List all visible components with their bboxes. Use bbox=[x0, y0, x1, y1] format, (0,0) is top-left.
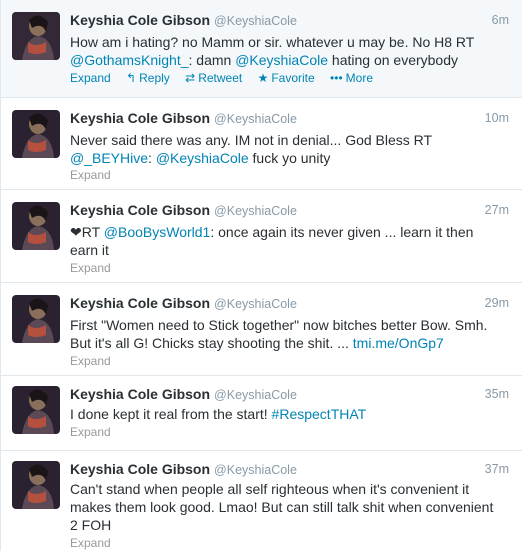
tweet-actions: Expand bbox=[70, 425, 111, 439]
avatar[interactable] bbox=[12, 12, 60, 60]
tweet-text-fragment: : bbox=[148, 150, 156, 166]
avatar[interactable] bbox=[12, 386, 60, 434]
tweet-actions: Expand ↰ Reply ⇄ Retweet ★ Favorite ••• More bbox=[70, 71, 385, 85]
tweet-item[interactable]: Keyshia Cole Gibson @KeyshiaCole 35m I do… bbox=[1, 376, 522, 451]
tweet-time[interactable]: 29m bbox=[485, 296, 509, 310]
tweet-timeline: Keyshia Cole Gibson @KeyshiaCole 6m How a… bbox=[0, 0, 522, 551]
author-name[interactable]: Keyshia Cole Gibson bbox=[70, 386, 210, 402]
author-name[interactable]: Keyshia Cole Gibson bbox=[70, 12, 210, 28]
tweet-item[interactable]: Keyshia Cole Gibson @KeyshiaCole 6m How a… bbox=[1, 0, 522, 98]
mention-link[interactable]: @_BEYHive bbox=[70, 150, 148, 166]
tweet-text: First "Women need to Stick together" now… bbox=[70, 316, 509, 352]
author-name[interactable]: Keyshia Cole Gibson bbox=[70, 461, 210, 477]
author-name[interactable]: Keyshia Cole Gibson bbox=[70, 295, 210, 311]
avatar-photo bbox=[12, 461, 60, 509]
favorite-label: Favorite bbox=[271, 71, 315, 85]
tweet-text-fragment: : once again its never given ... learn i… bbox=[210, 224, 474, 240]
tweet-actions: Expand bbox=[70, 168, 111, 182]
author-handle[interactable]: @KeyshiaCole bbox=[214, 463, 297, 477]
tweet-text-line: I done kept it real from the start! #Res… bbox=[70, 405, 509, 423]
author-name[interactable]: Keyshia Cole Gibson bbox=[70, 202, 210, 218]
retweet-button[interactable]: ⇄ Retweet bbox=[185, 71, 242, 85]
tweet-item[interactable]: Keyshia Cole Gibson @KeyshiaCole 27m ❤RT … bbox=[1, 190, 522, 283]
expand-button[interactable]: Expand bbox=[70, 168, 111, 182]
tweet-actions: Expand bbox=[70, 354, 111, 368]
author-name[interactable]: Keyshia Cole Gibson bbox=[70, 110, 210, 126]
mention-link[interactable]: @KeyshiaCole bbox=[235, 52, 328, 68]
tweet-text-line: 2 FOH bbox=[70, 517, 112, 533]
tweet-text-fragment: I done kept it real from the start! bbox=[70, 406, 272, 422]
author-handle[interactable]: @KeyshiaCole bbox=[214, 388, 297, 402]
more-dots-icon: ••• bbox=[330, 71, 343, 85]
tweet-text-line: First "Women need to Stick together" now… bbox=[70, 317, 488, 333]
tweet-text-fragment: : damn bbox=[188, 52, 236, 68]
tweet-text-fragment: ❤RT bbox=[70, 224, 104, 240]
avatar[interactable] bbox=[12, 202, 60, 250]
reply-label: Reply bbox=[139, 71, 170, 85]
avatar[interactable] bbox=[12, 461, 60, 509]
avatar[interactable] bbox=[12, 295, 60, 343]
tweet-item[interactable]: Keyshia Cole Gibson @KeyshiaCole 10m Neve… bbox=[1, 98, 522, 190]
star-icon: ★ bbox=[257, 71, 269, 85]
expand-button[interactable]: Expand bbox=[70, 354, 111, 368]
tweet-time[interactable]: 35m bbox=[485, 387, 509, 401]
tweet-text-fragment: hating on everybody bbox=[328, 52, 458, 68]
favorite-button[interactable]: ★ Favorite bbox=[258, 71, 315, 85]
tweet-text-line: makes them look good. Lmao! But can stil… bbox=[70, 499, 494, 515]
mention-link[interactable]: @GothamsKnight_ bbox=[70, 52, 189, 68]
tweet-text: Can't stand when people all self righteo… bbox=[70, 480, 509, 534]
avatar-photo bbox=[12, 12, 60, 60]
expand-button[interactable]: Expand bbox=[70, 536, 111, 550]
tweet-text-line: ❤RT @BooBysWorld1: once again its never … bbox=[70, 223, 509, 241]
tweet-text-line: earn it bbox=[70, 242, 109, 258]
tweet-text-line: @GothamsKnight_: damn @KeyshiaCole hatin… bbox=[70, 51, 509, 69]
tweet-text-fragment: But it's all G! Chicks stay shooting the… bbox=[70, 335, 353, 351]
hashtag-link[interactable]: #RespectTHAT bbox=[272, 406, 367, 422]
tweet-time[interactable]: 6m bbox=[492, 13, 509, 27]
tweet-actions: Expand bbox=[70, 536, 111, 550]
tweet-text: I done kept it real from the start! #Res… bbox=[70, 405, 509, 423]
reply-button[interactable]: ↰ Reply bbox=[126, 71, 170, 85]
avatar[interactable] bbox=[12, 110, 60, 158]
tweet-time[interactable]: 27m bbox=[485, 203, 509, 217]
author-handle[interactable]: @KeyshiaCole bbox=[214, 112, 297, 126]
avatar-photo bbox=[12, 202, 60, 250]
tweet-text: ❤RT @BooBysWorld1: once again its never … bbox=[70, 223, 509, 259]
retweet-label: Retweet bbox=[198, 71, 243, 85]
tweet-time[interactable]: 10m bbox=[485, 111, 509, 125]
author-handle[interactable]: @KeyshiaCole bbox=[214, 204, 297, 218]
tweet-item[interactable]: Keyshia Cole Gibson @KeyshiaCole 29m Firs… bbox=[1, 283, 522, 376]
mention-link[interactable]: @KeyshiaCole bbox=[156, 150, 249, 166]
tweet-text: How am i hating? no Mamm or sir. whateve… bbox=[70, 33, 509, 69]
tweet-time[interactable]: 37m bbox=[485, 462, 509, 476]
tweet-text-line: How am i hating? no Mamm or sir. whateve… bbox=[70, 34, 475, 50]
tweet-text-line: Can't stand when people all self righteo… bbox=[70, 481, 470, 497]
expand-button[interactable]: Expand bbox=[70, 425, 111, 439]
tweet-text: Never said there was any. IM not in deni… bbox=[70, 131, 509, 167]
avatar-photo bbox=[12, 295, 60, 343]
avatar-photo bbox=[12, 110, 60, 158]
author-handle[interactable]: @KeyshiaCole bbox=[214, 14, 297, 28]
tweet-text-fragment: fuck yo unity bbox=[248, 150, 331, 166]
avatar-photo bbox=[12, 386, 60, 434]
tweet-item[interactable]: Keyshia Cole Gibson @KeyshiaCole 37m Can'… bbox=[1, 451, 522, 551]
url-link[interactable]: tmi.me/OnGp7 bbox=[353, 335, 444, 351]
tweet-text-line: But it's all G! Chicks stay shooting the… bbox=[70, 334, 509, 352]
reply-icon: ↰ bbox=[126, 71, 137, 85]
expand-button[interactable]: Expand bbox=[70, 71, 111, 85]
author-handle[interactable]: @KeyshiaCole bbox=[214, 297, 297, 311]
expand-button[interactable]: Expand bbox=[70, 261, 111, 275]
tweet-text-line: Never said there was any. IM not in deni… bbox=[70, 132, 433, 148]
tweet-text-line: @_BEYHive: @KeyshiaCole fuck yo unity bbox=[70, 149, 509, 167]
more-button[interactable]: ••• More bbox=[330, 71, 373, 85]
mention-link[interactable]: @BooBysWorld1 bbox=[104, 224, 211, 240]
tweet-actions: Expand bbox=[70, 261, 111, 275]
retweet-icon: ⇄ bbox=[185, 71, 196, 85]
more-label: More bbox=[345, 71, 373, 85]
